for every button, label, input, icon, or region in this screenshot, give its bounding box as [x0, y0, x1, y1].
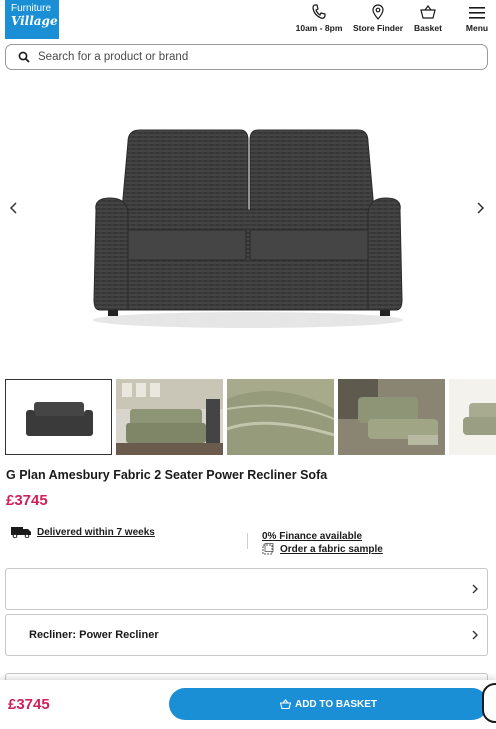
hamburger-icon	[469, 7, 485, 19]
option-selector-1[interactable]	[5, 568, 488, 610]
logo[interactable]: Furniture Village	[5, 0, 59, 39]
menu-nav[interactable]: Menu	[458, 4, 496, 33]
add-to-basket-label: ADD TO BASKET	[294, 698, 378, 710]
logo-line2: Village	[11, 14, 58, 28]
search-input[interactable]	[38, 51, 438, 63]
thumbnail-strip	[5, 379, 496, 455]
search-icon	[18, 51, 30, 63]
store-finder-label: Store Finder	[352, 23, 404, 33]
fabric-sample-link[interactable]: Order a fabric sample	[280, 544, 383, 555]
option-selector-recliner[interactable]: Recliner: Power Recliner	[5, 614, 488, 656]
basket-icon	[420, 5, 436, 19]
logo-line1: Furniture	[11, 3, 52, 14]
chevron-right-icon	[472, 630, 478, 640]
option-label-recliner: Recliner: Power Recliner	[29, 629, 159, 641]
search-bar[interactable]	[5, 44, 488, 70]
carousel-prev-button[interactable]	[4, 198, 24, 218]
thumbnail-green-sofa-room[interactable]	[116, 379, 223, 455]
site-header: Furniture Village 10am - 8pm Store Finde…	[0, 0, 496, 42]
basket-label: Basket	[414, 23, 442, 33]
sticky-add-to-basket-bar: £3745 ADD TO BASKET	[0, 680, 496, 729]
fabric-swatch-icon	[262, 543, 274, 555]
sticky-price: £3745	[8, 696, 50, 713]
sofa-image	[93, 129, 403, 328]
chevron-right-icon	[472, 584, 478, 594]
delivery-info: Delivered within 7 weeks	[10, 526, 155, 538]
product-title: G Plan Amesbury Fabric 2 Seater Power Re…	[6, 468, 328, 482]
fabric-sample-info: Order a fabric sample	[262, 543, 383, 555]
phone-icon	[312, 4, 326, 19]
delivery-link[interactable]: Delivered within 7 weeks	[37, 527, 155, 538]
thumbnail-recliner-open[interactable]	[338, 379, 445, 455]
carousel-next-button[interactable]	[470, 198, 490, 218]
chevron-right-icon	[477, 202, 485, 214]
menu-label: Menu	[465, 23, 489, 33]
store-finder-nav[interactable]: Store Finder	[350, 4, 406, 33]
add-to-basket-button[interactable]: ADD TO BASKET	[169, 688, 488, 720]
chat-button[interactable]	[482, 683, 496, 723]
thumbnail-charcoal-sofa[interactable]	[5, 379, 112, 455]
phone-label: 10am - 8pm	[295, 23, 343, 33]
phone-nav[interactable]: 10am - 8pm	[292, 4, 346, 33]
thumbnail-green-sofa-partial[interactable]	[449, 379, 496, 455]
info-divider	[247, 533, 248, 549]
delivery-truck-icon	[11, 527, 31, 538]
product-price: £3745	[6, 492, 48, 509]
finance-info: 0% Finance available	[262, 526, 362, 544]
product-image-carousel[interactable]	[0, 90, 496, 370]
thumbnail-fabric-closeup[interactable]	[227, 379, 334, 455]
location-pin-icon	[372, 4, 384, 20]
basket-nav[interactable]: Basket	[408, 4, 448, 33]
basket-icon	[279, 699, 291, 709]
finance-link[interactable]: 0% Finance available	[262, 531, 362, 542]
chevron-left-icon	[9, 202, 17, 214]
